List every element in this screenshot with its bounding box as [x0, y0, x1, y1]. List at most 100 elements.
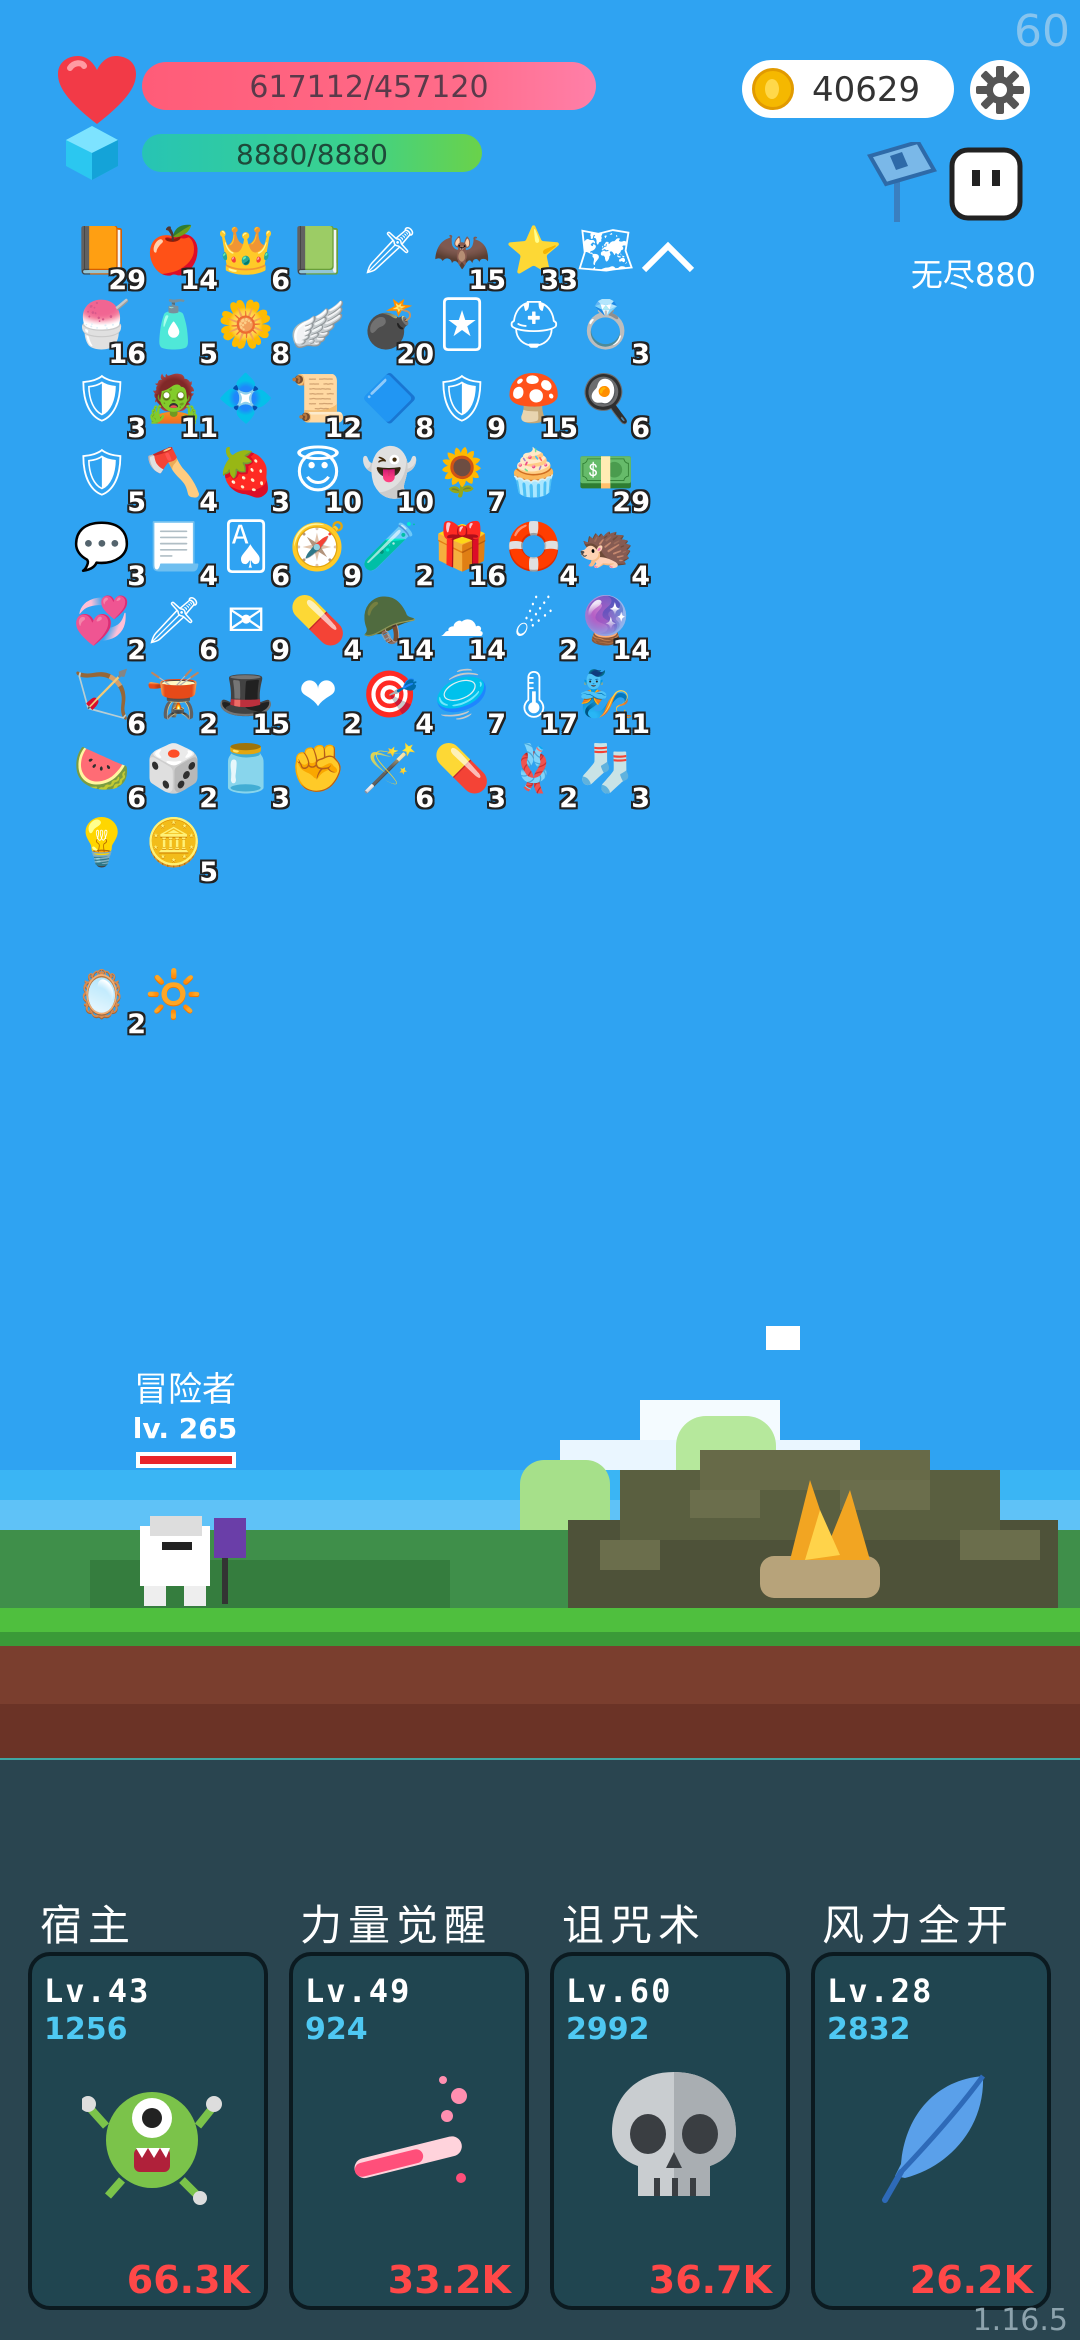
inventory-item[interactable]: 🗡: [356, 218, 428, 290]
inventory-item[interactable]: ✊: [284, 736, 356, 808]
inventory-item[interactable]: 🎩 15: [212, 662, 290, 740]
inventory-item[interactable]: 🍉 6: [68, 736, 146, 814]
hero-name: 冒险者: [134, 1370, 236, 1410]
ghost-icon[interactable]: [948, 146, 1024, 222]
inventory-item[interactable]: ❤ 2: [284, 662, 362, 740]
inventory-item[interactable]: 👻 10: [356, 440, 434, 518]
item-icon: 🫕: [145, 667, 203, 721]
inventory-item[interactable]: 🪢 2: [500, 736, 578, 814]
inventory-item[interactable]: 🗺: [572, 218, 644, 290]
inventory-item[interactable]: 💍 3: [572, 292, 650, 370]
inventory-item[interactable]: 🪙 5: [140, 810, 218, 888]
skill-cost: 1256: [44, 2012, 128, 2047]
item-icon: 🏹: [73, 667, 131, 721]
inventory-item[interactable]: 🂡 6: [212, 514, 290, 592]
inventory-item[interactable]: 💣 20: [356, 292, 434, 370]
item-icon: 🧭: [289, 519, 347, 573]
item-icon: 🪓: [145, 445, 203, 499]
inventory-item[interactable]: ☄ 2: [500, 588, 578, 666]
special-item[interactable]: 🪞 2: [68, 962, 146, 1040]
inventory-item[interactable]: 💞 2: [68, 588, 146, 666]
inventory-item[interactable]: 🍓 3: [212, 440, 290, 518]
settings-gear-icon[interactable]: [968, 58, 1032, 122]
skill-title-curse: 诅咒术: [562, 1901, 707, 1950]
item-icon: ❤: [298, 667, 338, 721]
inventory-item[interactable]: 🍎 14: [140, 218, 218, 296]
inventory-item[interactable]: 🛡 5: [68, 440, 146, 518]
inventory-item[interactable]: 📗: [284, 218, 356, 290]
inventory-item[interactable]: 💵 29: [572, 440, 650, 518]
item-icon: 🌼: [217, 297, 275, 351]
inventory-item[interactable]: 🦔 4: [572, 514, 650, 592]
inventory-item[interactable]: 🛡 3: [68, 366, 146, 444]
inventory-item[interactable]: 🥏 7: [428, 662, 506, 740]
inventory-item[interactable]: 🪖 14: [356, 588, 434, 666]
skill-title-power: 力量觉醒: [300, 1901, 493, 1950]
inventory-item[interactable]: 🌼 8: [212, 292, 290, 370]
inventory-item[interactable]: ⭐ 33: [500, 218, 578, 296]
inventory-item[interactable]: 🎲 2: [140, 736, 218, 814]
inventory-item[interactable]: 🧦 3: [572, 736, 650, 814]
inventory-item[interactable]: 🔮 14: [572, 588, 650, 666]
inventory-item[interactable]: ⛑: [500, 292, 572, 364]
inventory-item[interactable]: 🎁 16: [428, 514, 506, 592]
inventory-item[interactable]: 🏹 6: [68, 662, 146, 740]
inventory-item[interactable]: 🛟 4: [500, 514, 578, 592]
skill-card-wind[interactable]: Lv.28 2832 26.2K: [811, 1952, 1051, 2310]
inventory-item[interactable]: 🧁: [500, 440, 572, 512]
inventory-item[interactable]: 🧞 11: [572, 662, 650, 740]
inventory-item[interactable]: 💊 4: [284, 588, 362, 666]
inventory-item[interactable]: 🍳 6: [572, 366, 650, 444]
item-icon: 🪄: [361, 741, 419, 795]
inventory-item[interactable]: 🧴 5: [140, 292, 218, 370]
inventory-item[interactable]: 🫙 3: [212, 736, 290, 814]
item-icon: 📃: [145, 519, 203, 573]
inventory-item[interactable]: 🧪 2: [356, 514, 434, 592]
chevron-up-icon[interactable]: [640, 240, 696, 274]
inventory-item[interactable]: 🃏: [428, 292, 500, 364]
item-icon: 🛟: [505, 519, 563, 573]
inventory-item[interactable]: ☁ 14: [428, 588, 506, 666]
inventory-item[interactable]: 🎯 4: [356, 662, 434, 740]
hero-level: lv. 265: [132, 1412, 238, 1445]
inventory-item[interactable]: 🍄 15: [500, 366, 578, 444]
inventory-item[interactable]: 💠: [212, 366, 284, 438]
inventory-item[interactable]: 📙 29: [68, 218, 146, 296]
inventory-item[interactable]: 🔷 8: [356, 366, 434, 444]
inventory-item[interactable]: 📜 12: [284, 366, 362, 444]
item-icon: 🪢: [505, 741, 563, 795]
item-icon: 💞: [73, 593, 131, 647]
special-item[interactable]: 🔆: [140, 962, 212, 1034]
skill-card-curse[interactable]: Lv.60 2992 36.7K: [550, 1952, 790, 2310]
inventory-item[interactable]: ✉ 9: [212, 588, 290, 666]
inventory-item[interactable]: 🪄 6: [356, 736, 434, 814]
inventory-item[interactable]: 📃 4: [140, 514, 218, 592]
skill-level: Lv.28: [827, 1972, 934, 2010]
inventory-item[interactable]: 👑 6: [212, 218, 290, 296]
inventory-item[interactable]: 😇 10: [284, 440, 362, 518]
health-bar: 617112/457120: [142, 62, 596, 110]
hero-health-fill: [140, 1456, 232, 1464]
inventory-item[interactable]: 🦇 15: [428, 218, 506, 296]
inventory-item[interactable]: 🪽: [284, 292, 356, 364]
skill-level: Lv.60: [566, 1972, 673, 2010]
inventory-item[interactable]: 🧭 9: [284, 514, 362, 592]
inventory-item[interactable]: 🍧 16: [68, 292, 146, 370]
inventory-item[interactable]: 🪓 4: [140, 440, 218, 518]
inventory-item[interactable]: 🫕 2: [140, 662, 218, 740]
inventory-item[interactable]: 💡: [68, 810, 140, 882]
inventory-item[interactable]: 🌡 17: [500, 662, 578, 740]
item-icon: 📗: [289, 223, 347, 277]
skill-card-host[interactable]: Lv.43 1256 66.3K: [28, 1952, 268, 2310]
inventory-item[interactable]: 💬 3: [68, 514, 146, 592]
skill-card-power[interactable]: Lv.49 924 33.2K: [289, 1952, 529, 2310]
flag-icon[interactable]: [864, 142, 944, 226]
inventory-item[interactable]: 🧟 11: [140, 366, 218, 444]
inventory-item[interactable]: 🗡 6: [140, 588, 218, 666]
inventory-item[interactable]: 🌻 7: [428, 440, 506, 518]
gold-counter[interactable]: 40629: [742, 60, 954, 118]
item-icon: 🧪: [361, 519, 419, 573]
item-icon: 🃏: [438, 297, 486, 351]
inventory-item[interactable]: 🛡 9: [428, 366, 506, 444]
inventory-item[interactable]: 💊 3: [428, 736, 506, 814]
